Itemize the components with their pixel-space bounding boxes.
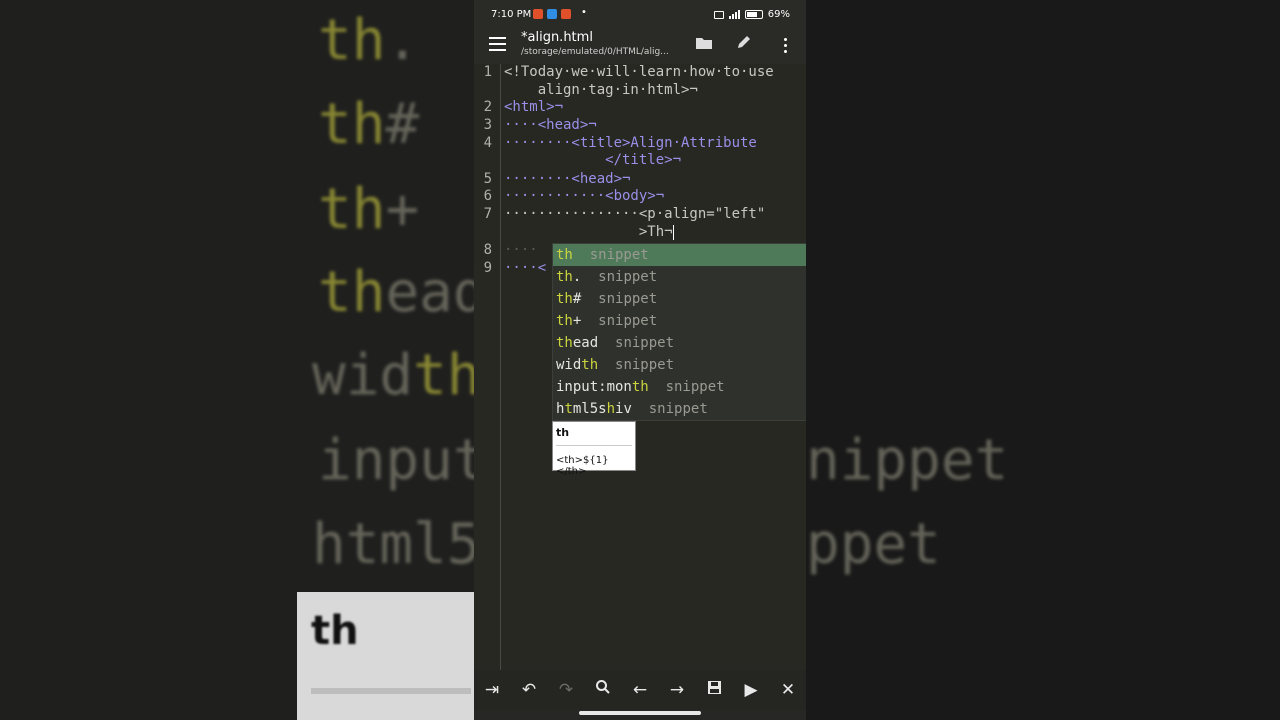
bg-word: th#	[318, 92, 420, 157]
tab-indent-icon[interactable]: ⇥	[480, 678, 504, 702]
autocomplete-item[interactable]: width snippet	[553, 354, 806, 376]
kebab-icon[interactable]	[784, 38, 787, 56]
line-number: 1	[483, 64, 492, 80]
code-line[interactable]: ················<p·align="left"	[504, 206, 765, 222]
line-number: 3	[483, 117, 492, 133]
code-editor[interactable]: 1 <!Today·we·will·learn·how·to·use align…	[474, 64, 806, 670]
battery-percent: 69%	[767, 9, 790, 20]
status-time: 7:10 PM	[491, 9, 532, 20]
code-line[interactable]: ····	[504, 242, 538, 258]
code-line[interactable]: <html>¬	[504, 99, 563, 115]
home-indicator[interactable]	[579, 711, 701, 715]
notification-icon	[561, 9, 571, 19]
code-line-wrap[interactable]: >Th¬	[504, 224, 674, 240]
autocomplete-item[interactable]: th. snippet	[553, 266, 806, 288]
text-cursor	[672, 224, 674, 240]
bg-word: nippet	[806, 428, 1009, 493]
battery-icon	[744, 10, 763, 19]
bg-word: width	[312, 343, 474, 408]
pencil-icon[interactable]	[733, 34, 755, 56]
code-line[interactable]: ············<body>¬	[504, 188, 664, 204]
code-line[interactable]: <!Today·we·will·learn·how·to·use	[504, 64, 774, 80]
bg-tooltip-divider	[311, 688, 471, 694]
bg-tooltip-text: th	[311, 608, 359, 654]
undo-icon[interactable]: ↶	[517, 678, 541, 702]
search-icon[interactable]	[591, 678, 615, 702]
snippet-tooltip: th <th>${1}</th>	[552, 421, 636, 477]
notification-icons	[533, 9, 571, 19]
bg-word: thead	[318, 260, 474, 325]
autocomplete-popup: th snippet th. snippet th# snippet th+ s…	[552, 243, 806, 421]
background-zoom-left: th. th# th+ thead width input html5 th	[0, 0, 474, 720]
autocomplete-item[interactable]: html5shiv snippet	[553, 398, 806, 420]
tooltip-snippet: <th>${1}</th>	[556, 455, 609, 477]
folder-icon[interactable]	[693, 34, 715, 56]
close-icon[interactable]: ✕	[776, 678, 800, 702]
bg-word: html5	[312, 512, 474, 577]
bg-tooltip: th	[297, 592, 474, 720]
phone-screen: 7:10 PM • 69% *align.html /storage/emula…	[474, 0, 806, 720]
line-number: 8	[483, 242, 492, 258]
gutter-divider	[500, 64, 501, 670]
code-line-wrap[interactable]: </title>¬	[504, 152, 681, 168]
hamburger-icon[interactable]	[489, 37, 506, 51]
app-toolbar: *align.html /storage/emulated/0/HTML/ali…	[474, 28, 806, 64]
tooltip-divider	[556, 445, 632, 446]
line-number: 4	[483, 135, 492, 151]
file-path: /storage/emulated/0/HTML/alig...	[521, 47, 669, 57]
line-number: 6	[483, 188, 492, 204]
code-line[interactable]: ····<	[504, 260, 546, 276]
bg-word: th+	[318, 177, 420, 242]
arrow-left-icon[interactable]: ←	[628, 678, 652, 702]
hd-icon	[713, 10, 724, 19]
line-number: 9	[483, 260, 492, 276]
autocomplete-item[interactable]: th snippet	[553, 244, 806, 266]
notification-icon	[547, 9, 557, 19]
autocomplete-item[interactable]: thead snippet	[553, 332, 806, 354]
autocomplete-item[interactable]: th+ snippet	[553, 310, 806, 332]
autocomplete-item[interactable]: input:month snippet	[553, 376, 806, 398]
background-zoom-right: nippet ppet	[806, 0, 1280, 720]
status-indicators: 69%	[713, 9, 790, 20]
bg-word: input	[318, 428, 474, 493]
line-number: 2	[483, 99, 492, 115]
status-dot: •	[581, 7, 587, 18]
run-icon[interactable]: ▶	[739, 678, 763, 702]
signal-icon	[728, 10, 740, 19]
status-bar: 7:10 PM • 69%	[474, 0, 806, 28]
bg-word: th.	[318, 8, 420, 73]
line-number: 5	[483, 171, 492, 187]
autocomplete-item[interactable]: th# snippet	[553, 288, 806, 310]
redo-icon[interactable]: ↷	[554, 678, 578, 702]
bg-word: ppet	[806, 512, 941, 577]
code-line-wrap[interactable]: align·tag·in·html>¬	[504, 82, 698, 98]
save-icon[interactable]	[702, 678, 726, 702]
arrow-right-icon[interactable]: →	[665, 678, 689, 702]
editor-action-bar: ⇥ ↶ ↷ ← → ▶ ✕	[474, 670, 806, 710]
tooltip-name: th	[556, 426, 570, 439]
notification-icon	[533, 9, 543, 19]
code-line[interactable]: ········<title>Align·Attribute	[504, 135, 757, 151]
code-line[interactable]: ········<head>¬	[504, 171, 630, 187]
file-title: *align.html	[521, 30, 593, 45]
code-line[interactable]: ····<head>¬	[504, 117, 597, 133]
line-number: 7	[483, 206, 492, 222]
